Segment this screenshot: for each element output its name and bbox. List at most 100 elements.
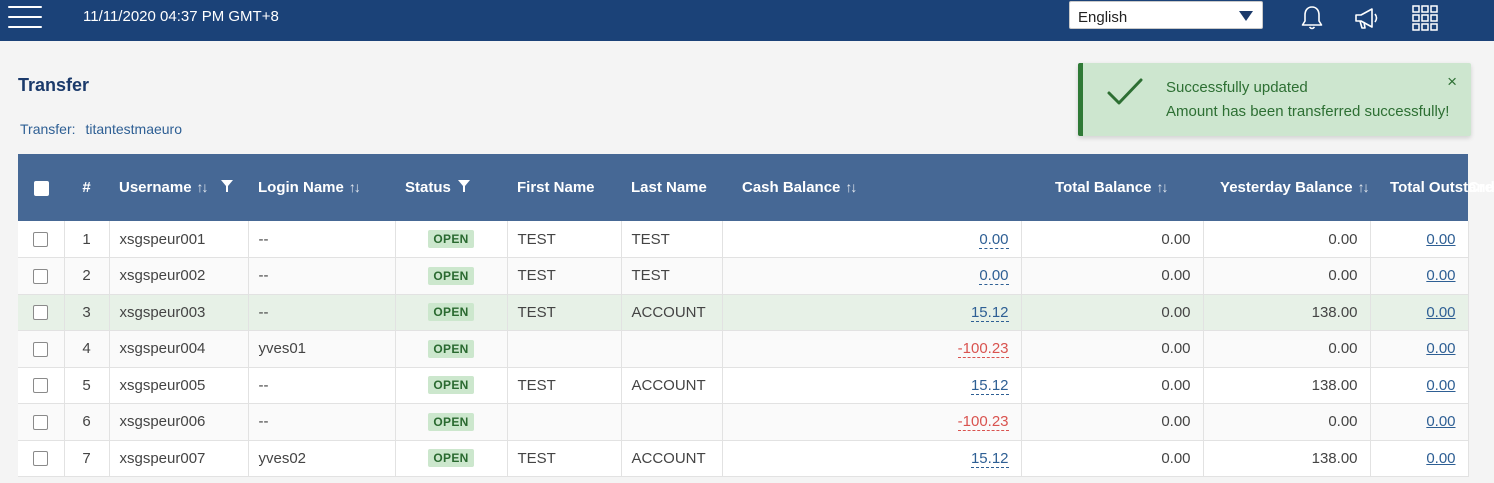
- language-select-value: English: [1078, 9, 1128, 26]
- column-header-total-outstanding: Total Outstanding: [1370, 154, 1494, 221]
- username-cell: xsgspeur005: [109, 367, 249, 404]
- status-cell: OPEN: [395, 294, 508, 331]
- total-outstanding-link[interactable]: 0.00: [1426, 413, 1455, 430]
- total-outstanding-link[interactable]: 0.00: [1426, 267, 1455, 284]
- total-outstanding-cell: 0.00: [1370, 257, 1469, 295]
- total-outstanding-link[interactable]: 0.00: [1426, 304, 1455, 321]
- login-name-cell: --: [248, 367, 396, 404]
- cash-balance-link[interactable]: -100.23: [957, 413, 1009, 432]
- cash-balance-cell: 15.12: [722, 367, 1022, 404]
- yesterday-balance-cell: 138.00: [1203, 367, 1371, 404]
- total-balance-cell: 0.00: [1021, 221, 1204, 258]
- sort-arrows-icon[interactable]: ↑↓: [1156, 179, 1168, 195]
- row-checkbox[interactable]: [33, 305, 49, 321]
- status-cell: OPEN: [395, 257, 508, 295]
- first-name-cell: [507, 403, 622, 441]
- column-header-total-balance[interactable]: Total Balance ↑↓: [1021, 154, 1204, 221]
- row-number: 7: [64, 440, 110, 477]
- login-name-cell: --: [248, 221, 396, 258]
- login-name-cell: yves01: [248, 330, 396, 368]
- grid-apps-icon[interactable]: [1410, 3, 1440, 33]
- last-name-cell: TEST: [621, 257, 723, 295]
- filter-funnel-icon[interactable]: [457, 179, 470, 196]
- toast-message: Amount has been transferred successfully…: [1166, 103, 1450, 120]
- total-balance-cell: 0.00: [1021, 367, 1204, 404]
- cash-balance-cell: -100.23: [722, 330, 1022, 368]
- hamburger-menu-icon[interactable]: [8, 4, 42, 28]
- total-balance-cell: 0.00: [1021, 403, 1204, 441]
- login-name-cell: --: [248, 257, 396, 295]
- bell-icon[interactable]: [1297, 3, 1327, 33]
- status-cell: OPEN: [395, 367, 508, 404]
- accounts-table: # Username ↑↓ Login Name ↑↓ Status First N…: [18, 154, 1494, 477]
- status-cell: OPEN: [395, 221, 508, 258]
- first-name-cell: [507, 330, 622, 368]
- login-name-cell: --: [248, 403, 396, 441]
- sort-arrows-icon[interactable]: ↑↓: [1358, 179, 1370, 195]
- username-cell: xsgspeur001: [109, 221, 249, 258]
- row-number: 1: [64, 221, 110, 258]
- select-all-checkbox-cell: [18, 154, 64, 221]
- yesterday-balance-cell: 0.00: [1203, 221, 1371, 258]
- cash-balance-link[interactable]: 15.12: [970, 449, 1009, 468]
- cash-balance-link[interactable]: 15.12: [970, 303, 1009, 322]
- column-header-last-name: Last Name: [621, 154, 722, 221]
- row-number: 3: [64, 294, 110, 331]
- status-badge: OPEN: [428, 230, 474, 248]
- cash-balance-cell: 0.00: [722, 257, 1022, 295]
- cash-balance-cell: 0.00: [722, 221, 1022, 258]
- total-outstanding-cell: 0.00: [1370, 221, 1469, 258]
- username-cell: xsgspeur007: [109, 440, 249, 477]
- row-checkbox[interactable]: [33, 378, 49, 394]
- total-outstanding-link[interactable]: 0.00: [1426, 377, 1455, 394]
- total-outstanding-link[interactable]: 0.00: [1426, 450, 1455, 467]
- megaphone-icon[interactable]: [1352, 3, 1382, 33]
- row-checkbox[interactable]: [33, 451, 49, 467]
- row-checkbox-cell: [18, 294, 65, 331]
- last-name-cell: [621, 403, 723, 441]
- column-header-status[interactable]: Status: [395, 154, 507, 221]
- username-cell: xsgspeur002: [109, 257, 249, 295]
- select-all-checkbox[interactable]: [33, 180, 49, 196]
- total-outstanding-link[interactable]: 0.00: [1426, 340, 1455, 357]
- language-select[interactable]: English: [1069, 1, 1263, 29]
- row-checkbox[interactable]: [33, 414, 49, 430]
- table-row: 6xsgspeur006--OPEN-100.230.000.000.000.0…: [18, 403, 1469, 441]
- column-header-cash-balance[interactable]: Cash Balance ↑↓: [722, 154, 1022, 221]
- toast-close-icon[interactable]: ×: [1447, 72, 1457, 92]
- cash-balance-link[interactable]: -100.23: [957, 340, 1009, 359]
- row-checkbox[interactable]: [33, 341, 49, 357]
- filter-funnel-icon[interactable]: [220, 179, 233, 196]
- column-header-yesterday-balance[interactable]: Yesterday Balance ↑↓: [1203, 154, 1371, 221]
- checkmark-icon: [1105, 76, 1145, 110]
- cash-balance-cell: 15.12: [722, 294, 1022, 331]
- table-row: 7 xsgspeur007 yves02 OPEN TEST ACCOUNT 15.12 0.…: [18, 440, 1469, 477]
- column-header-username[interactable]: Username ↑↓: [109, 154, 248, 221]
- last-name-cell: [621, 330, 723, 368]
- row-checkbox-cell: [18, 403, 65, 441]
- row-checkbox-cell: [18, 257, 65, 295]
- cash-balance-link[interactable]: 0.00: [979, 230, 1009, 249]
- status-badge: OPEN: [428, 376, 474, 395]
- cash-balance-link[interactable]: 0.00: [979, 267, 1009, 286]
- cash-balance-link[interactable]: 15.12: [970, 376, 1009, 395]
- column-header-login-name[interactable]: Login Name ↑↓: [248, 154, 395, 221]
- sort-arrows-icon[interactable]: ↑↓: [349, 179, 361, 195]
- transfer-account-name: titantestmaeuro: [85, 121, 183, 137]
- transfer-label: Transfer:: [20, 121, 76, 137]
- username-cell: xsgspeur006: [109, 403, 249, 441]
- status-cell: OPEN: [395, 403, 508, 441]
- first-name-cell: TEST: [507, 221, 622, 258]
- yesterday-balance-cell: 0.00: [1203, 330, 1371, 368]
- sort-arrows-icon[interactable]: ↑↓: [845, 179, 857, 195]
- row-checkbox[interactable]: [33, 268, 49, 284]
- row-checkbox-cell: [18, 367, 65, 404]
- username-cell: xsgspeur004: [109, 330, 249, 368]
- column-header-first-name: First Name: [507, 154, 621, 221]
- first-name-cell: TEST: [507, 440, 622, 477]
- total-balance-cell: 0.00: [1021, 440, 1204, 477]
- row-checkbox[interactable]: [33, 232, 49, 248]
- total-outstanding-link[interactable]: 0.00: [1426, 231, 1455, 248]
- username-cell: xsgspeur003: [109, 294, 249, 331]
- sort-arrows-icon[interactable]: ↑↓: [197, 179, 209, 195]
